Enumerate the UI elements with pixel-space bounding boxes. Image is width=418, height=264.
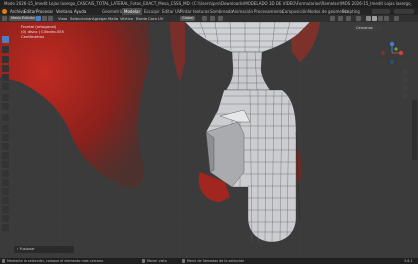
proportional-edit-icon[interactable] [218,16,223,21]
viewport-canvas [0,22,418,258]
last-operator-panel[interactable]: › Fusionar [14,246,74,253]
menu-add[interactable]: Agregar [92,15,107,22]
rotate-icon[interactable] [2,65,9,72]
navigation-gizmo[interactable] [380,41,404,65]
mode-selector[interactable]: Modo Edición [9,16,37,21]
menu-select[interactable]: Seleccionar [70,15,92,22]
menu-vertex[interactable]: Vértice [120,15,133,22]
rendered-shading-icon[interactable] [384,16,389,21]
solid-shading-icon[interactable] [372,16,377,21]
bevel-icon[interactable] [2,143,9,150]
loop-cut-icon[interactable] [2,152,9,159]
window-title-bar: Modo 2026-15_Imedit Lojas lasergo_CASCAI… [0,0,418,8]
menu-view[interactable]: Vista [58,15,67,22]
transform-orientation-dropdown[interactable]: Global [180,16,196,21]
smooth-icon[interactable] [2,188,9,195]
status-mid-hint-2: Menú de llamadas de la selección [187,259,245,263]
edge-slide-icon[interactable] [2,197,9,204]
menu-face[interactable]: Cara [148,15,157,22]
units-label: Centímetros [21,34,45,39]
tab-sculpting[interactable]: Esculpir [142,8,162,15]
pan-icon[interactable] [402,77,408,83]
shear-icon[interactable] [2,215,9,222]
tab-texture-paint[interactable]: Pintar texturas [178,8,212,15]
mouse-right-icon [182,259,185,263]
status-bar: Mediante la selección, coloque el elemen… [0,258,418,264]
status-mid-hint-1: Mover vista [147,259,167,263]
extrude-icon[interactable] [2,125,9,132]
visibility-icon[interactable] [330,16,335,21]
mesh-object [184,22,311,243]
version-label: 3.6.1 [404,259,413,263]
gizmo-toggle-icon[interactable] [338,16,343,21]
viewport-header: Modo Edición Vista Seleccionar Agregar M… [0,15,418,22]
vertex-select-icon[interactable] [36,16,41,21]
shading-options-icon[interactable] [394,16,399,21]
mouse-left-icon [2,259,5,263]
xray-toggle-icon[interactable] [356,16,361,21]
tool-shelf [1,36,10,254]
menu-bar: Archivo Editar Procesar Ventana Ayuda Ge… [0,8,418,15]
measure-icon[interactable] [2,103,9,110]
annotate-icon[interactable] [2,94,9,101]
overlay-toggle-icon[interactable] [346,16,351,21]
menu-uv[interactable]: UV [158,15,163,22]
transform-icon[interactable] [2,83,9,90]
spin-icon[interactable] [2,179,9,186]
sidebar-tabs[interactable] [412,100,417,160]
shrink-fatten-icon[interactable] [2,206,9,213]
cursor-icon[interactable] [2,46,9,53]
menu-item-file[interactable]: Archivo [10,8,25,15]
scene-selector-icon[interactable] [372,9,390,14]
editor-type-icon[interactable] [2,16,7,21]
scale-icon[interactable] [2,74,9,81]
zoom-icon[interactable] [402,69,408,75]
perspective-toggle-icon[interactable] [402,93,408,99]
rip-region-icon[interactable] [2,224,9,231]
status-left-hint: Mediante la selección, coloque el elemen… [7,259,104,263]
poly-build-icon[interactable] [2,170,9,177]
wireframe-shading-icon[interactable] [366,16,371,21]
mouse-middle-icon [142,259,145,263]
camera-view-icon[interactable] [402,85,408,91]
edge-select-icon[interactable] [42,16,47,21]
menu-item-window[interactable]: Ventana [56,8,72,15]
menu-edge[interactable]: Borde [136,15,147,22]
menu-item-help[interactable]: Ayuda [74,8,86,15]
tab-modeling[interactable]: Modelar [122,8,143,15]
select-box-icon[interactable] [2,36,9,43]
tab-scripting[interactable]: Scripting [340,8,362,15]
blender-logo-icon[interactable] [2,9,7,14]
window-title: Modo 2026-15_Imedit Lojas lasergo_CASCAI… [4,1,412,6]
inset-icon[interactable] [2,134,9,141]
menu-item-render[interactable]: Procesar [36,8,53,15]
face-select-icon[interactable] [48,16,53,21]
view-layer-icon[interactable] [394,9,414,14]
add-cube-icon[interactable] [2,114,9,121]
pivot-point-icon[interactable] [202,16,207,21]
move-icon[interactable] [2,56,9,63]
snap-icon[interactable] [210,16,215,21]
material-shading-icon[interactable] [378,16,383,21]
menu-mesh[interactable]: Malla [108,15,118,22]
menu-item-edit[interactable]: Editar [24,8,36,15]
snap-target-dropdown[interactable]: Cercanos [354,25,381,31]
knife-icon[interactable] [2,161,9,168]
3d-viewport[interactable]: Frontal (ortogonal) (0) disco | Cilindro… [0,22,418,258]
